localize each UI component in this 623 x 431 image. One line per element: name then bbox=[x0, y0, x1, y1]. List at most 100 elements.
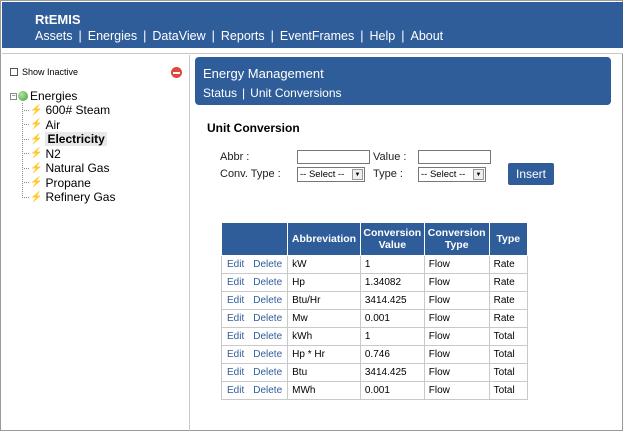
table-row: Edit Delete Btu/Hr 3414.425 Flow Rate bbox=[220, 291, 529, 310]
delete-link[interactable]: Delete bbox=[253, 349, 282, 360]
show-inactive-checkbox[interactable] bbox=[10, 68, 18, 76]
edit-link[interactable]: Edit bbox=[227, 277, 244, 288]
panel-header: Energy Management Status | Unit Conversion… bbox=[195, 57, 611, 105]
abbreviation-cell: Hp * Hr bbox=[287, 345, 361, 364]
value-label: Value : bbox=[373, 151, 407, 163]
chevron-down-icon[interactable]: ▼ bbox=[473, 169, 484, 180]
minus-icon[interactable]: − bbox=[10, 92, 17, 100]
delete-link[interactable]: Delete bbox=[253, 367, 282, 378]
conversion-value-cell: 1 bbox=[359, 327, 425, 346]
lightning-bolt-icon: ⚡ bbox=[30, 191, 43, 203]
edit-link[interactable]: Edit bbox=[227, 313, 244, 324]
type-header: Type bbox=[488, 222, 529, 256]
conversion-value-cell: 1 bbox=[359, 255, 425, 274]
abbreviation-cell: kW bbox=[287, 255, 361, 274]
globe-icon bbox=[18, 91, 28, 101]
edit-link[interactable]: Edit bbox=[227, 385, 244, 396]
row-actions: Edit Delete bbox=[220, 291, 289, 310]
status-link[interactable]: Status bbox=[203, 86, 237, 100]
conversion-type-cell: Flow bbox=[423, 273, 490, 292]
lightning-bolt-icon: ⚡ bbox=[30, 104, 43, 116]
delete-link[interactable]: Delete bbox=[253, 295, 282, 306]
value-input[interactable] bbox=[418, 150, 491, 164]
edit-link[interactable]: Edit bbox=[227, 295, 244, 306]
conversion-value-cell: 0.001 bbox=[359, 309, 425, 328]
unit-conversions-link[interactable]: Unit Conversions bbox=[250, 86, 341, 100]
table-body: Edit Delete kW 1 Flow Rate Edit Delete Hp 1.34082… bbox=[220, 255, 529, 400]
table-header-row: Abbreviation Conversion Value Conversion… bbox=[220, 222, 529, 256]
lightning-bolt-icon: ⚡ bbox=[30, 177, 43, 189]
abbreviation-cell: Mw bbox=[287, 309, 361, 328]
conversion-value-cell: 0.746 bbox=[359, 345, 425, 364]
nav-energies[interactable]: Energies bbox=[88, 29, 137, 43]
tree-item-air[interactable]: ⚡ Air bbox=[22, 118, 115, 133]
table-row: Edit Delete Hp 1.34082 Flow Rate bbox=[220, 273, 529, 292]
page-title: Energy Management bbox=[203, 66, 324, 81]
row-actions: Edit Delete bbox=[220, 273, 289, 292]
lightning-bolt-icon: ⚡ bbox=[30, 148, 43, 160]
conversion-value-cell: 1.34082 bbox=[359, 273, 425, 292]
conversion-value-cell: 3414.425 bbox=[359, 291, 425, 310]
row-actions: Edit Delete bbox=[220, 345, 289, 364]
show-inactive-label: Show Inactive bbox=[22, 67, 79, 77]
table-row: Edit Delete Hp * Hr 0.746 Flow Total bbox=[220, 345, 529, 364]
tree-item-propane[interactable]: ⚡ Propane bbox=[22, 176, 115, 191]
edit-link[interactable]: Edit bbox=[227, 367, 244, 378]
edit-link[interactable]: Edit bbox=[227, 259, 244, 270]
conversion-type-cell: Flow bbox=[423, 381, 490, 400]
conversion-type-cell: Flow bbox=[423, 291, 490, 310]
table-row: Edit Delete Btu 3414.425 Flow Total bbox=[220, 363, 529, 382]
delete-link[interactable]: Delete bbox=[253, 331, 282, 342]
conv-type-selected: -- Select -- bbox=[300, 169, 345, 180]
edit-link[interactable]: Edit bbox=[227, 349, 244, 360]
show-inactive-toggle[interactable]: Show Inactive bbox=[10, 67, 78, 77]
chevron-down-icon[interactable]: ▼ bbox=[352, 169, 363, 180]
edit-link[interactable]: Edit bbox=[227, 331, 244, 342]
nav-assets[interactable]: Assets bbox=[35, 29, 73, 43]
nav-dataview[interactable]: DataView bbox=[152, 29, 205, 43]
tree-item-natural-gas[interactable]: ⚡ Natural Gas bbox=[22, 161, 115, 176]
tree-item-n2[interactable]: ⚡ N2 bbox=[22, 147, 115, 162]
conversion-value-header: Conversion Value bbox=[359, 222, 425, 256]
row-actions: Edit Delete bbox=[220, 255, 289, 274]
conv-type-select[interactable]: -- Select -- ▼ bbox=[297, 167, 365, 182]
tree-item-electricity[interactable]: ⚡ Electricity bbox=[22, 132, 115, 147]
collapse-icon[interactable] bbox=[171, 67, 182, 78]
type-cell: Total bbox=[488, 381, 529, 400]
unit-conversion-table: Abbreviation Conversion Value Conversion… bbox=[220, 222, 529, 400]
nav-eventframes[interactable]: EventFrames bbox=[280, 29, 354, 43]
type-select[interactable]: -- Select -- ▼ bbox=[418, 167, 486, 182]
delete-link[interactable]: Delete bbox=[253, 385, 282, 396]
abbreviation-header: Abbreviation bbox=[287, 222, 361, 256]
insert-button[interactable]: Insert bbox=[508, 163, 554, 185]
tree-item-600-steam[interactable]: ⚡ 600# Steam bbox=[22, 103, 115, 118]
delete-link[interactable]: Delete bbox=[253, 313, 282, 324]
delete-link[interactable]: Delete bbox=[253, 277, 282, 288]
lightning-bolt-icon: ⚡ bbox=[30, 162, 43, 174]
nav-about[interactable]: About bbox=[410, 29, 443, 43]
abbr-label: Abbr : bbox=[220, 151, 250, 163]
row-actions: Edit Delete bbox=[220, 381, 289, 400]
tree-root-energies[interactable]: − Energies bbox=[10, 89, 115, 103]
type-cell: Rate bbox=[488, 309, 529, 328]
conv-type-label: Conv. Type : bbox=[220, 168, 281, 180]
table-row: Edit Delete kWh 1 Flow Total bbox=[220, 327, 529, 346]
tree-item-refinery-gas[interactable]: ⚡ Refinery Gas bbox=[22, 190, 115, 205]
conversion-value-cell: 0.001 bbox=[359, 381, 425, 400]
nav-help[interactable]: Help bbox=[370, 29, 396, 43]
energy-tree: − Energies ⚡ 600# Steam ⚡ Air ⚡ Electricity… bbox=[10, 89, 115, 205]
actions-header bbox=[220, 222, 289, 256]
type-cell: Total bbox=[488, 345, 529, 364]
table-row: Edit Delete Mw 0.001 Flow Rate bbox=[220, 309, 529, 328]
conversion-type-cell: Flow bbox=[423, 363, 490, 382]
conversion-type-cell: Flow bbox=[423, 327, 490, 346]
abbreviation-cell: kWh bbox=[287, 327, 361, 346]
nav-reports[interactable]: Reports bbox=[221, 29, 265, 43]
delete-link[interactable]: Delete bbox=[253, 259, 282, 270]
row-actions: Edit Delete bbox=[220, 363, 289, 382]
abbreviation-cell: Hp bbox=[287, 273, 361, 292]
row-actions: Edit Delete bbox=[220, 327, 289, 346]
abbr-input[interactable] bbox=[297, 150, 370, 164]
conversion-value-cell: 3414.425 bbox=[359, 363, 425, 382]
panel-links: Status | Unit Conversions bbox=[203, 86, 342, 100]
